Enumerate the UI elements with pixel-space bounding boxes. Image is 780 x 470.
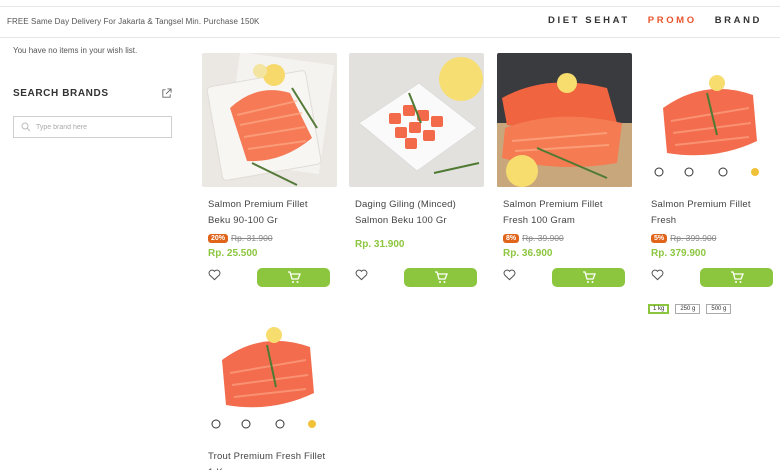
product-price: Rp. 36.900 — [503, 248, 553, 259]
product-card[interactable]: Trout Premium Fresh Fillet 1 Kg — [202, 305, 337, 470]
nav-promo[interactable]: PROMO — [648, 15, 697, 26]
variant-option[interactable]: 500 g — [706, 304, 732, 314]
add-to-cart-button[interactable] — [700, 268, 773, 287]
wishlist-heart-icon[interactable] — [355, 269, 368, 281]
old-price: Rp. 31.900 — [231, 233, 273, 243]
add-to-cart-button[interactable] — [552, 268, 625, 287]
old-price: Rp. 39.900 — [522, 233, 564, 243]
product-image[interactable] — [349, 53, 484, 187]
price-row: 20% Rp. 31.900 — [208, 233, 273, 243]
brand-search-box — [13, 116, 172, 138]
search-brands-title: SEARCH BRANDS — [13, 88, 109, 99]
product-image[interactable] — [645, 53, 780, 187]
search-icon — [21, 122, 31, 132]
price-row: 8% Rp. 39.900 — [503, 233, 564, 243]
wishlist-empty-text: You have no items in your wish list. — [13, 46, 138, 55]
wishlist-heart-icon[interactable] — [503, 269, 516, 281]
product-card[interactable]: Salmon Premium Fillet Fresh 5% Rp. 399.9… — [645, 53, 780, 287]
top-bar: FREE Same Day Delivery For Jakarta & Tan… — [0, 6, 780, 38]
wishlist-heart-icon[interactable] — [208, 269, 221, 281]
main-nav: DIET SEHAT PROMO BRAND — [548, 15, 762, 26]
discount-badge: 20% — [208, 233, 229, 243]
product-name[interactable]: Trout Premium Fresh Fillet 1 Kg — [208, 449, 332, 470]
discount-badge: 5% — [651, 233, 668, 243]
variant-option[interactable]: 250 g — [675, 304, 701, 314]
product-price: Rp. 31.900 — [355, 239, 405, 250]
product-name[interactable]: Salmon Premium Fillet Fresh 100 Gram — [503, 197, 627, 229]
nav-brand[interactable]: BRAND — [715, 15, 762, 26]
product-image[interactable] — [497, 53, 632, 187]
add-to-cart-button[interactable] — [404, 268, 477, 287]
discount-badge: 8% — [503, 233, 520, 243]
cart-icon — [731, 271, 744, 283]
search-brands-panel: SEARCH BRANDS — [13, 88, 173, 138]
product-image[interactable] — [202, 305, 337, 439]
product-card[interactable]: Salmon Premium Fillet Fresh 100 Gram 8% … — [497, 53, 632, 287]
weight-variant-options: 1 kg 250 g 500 g — [648, 304, 732, 314]
wishlist-heart-icon[interactable] — [651, 269, 664, 281]
variant-option[interactable]: 1 kg — [648, 304, 670, 314]
product-price: Rp. 379.900 — [651, 248, 707, 259]
product-image[interactable] — [202, 53, 337, 187]
cart-icon — [435, 271, 448, 283]
old-price: Rp. 399.900 — [670, 233, 717, 243]
product-name[interactable]: Salmon Premium Fillet Fresh — [651, 197, 775, 229]
delivery-promo-text: FREE Same Day Delivery For Jakarta & Tan… — [7, 17, 260, 26]
add-to-cart-button[interactable] — [257, 268, 330, 287]
nav-diet-sehat[interactable]: DIET SEHAT — [548, 15, 630, 26]
external-link-icon[interactable] — [161, 88, 172, 99]
product-card[interactable]: Salmon Premium Fillet Beku 90-100 Gr 20%… — [202, 53, 337, 287]
product-card[interactable]: Daging Giling (Minced) Salmon Beku 100 G… — [349, 53, 484, 287]
product-name[interactable]: Salmon Premium Fillet Beku 90-100 Gr — [208, 197, 332, 229]
cart-icon — [583, 271, 596, 283]
product-price: Rp. 25.500 — [208, 248, 258, 259]
product-name[interactable]: Daging Giling (Minced) Salmon Beku 100 G… — [355, 197, 479, 229]
price-row: 5% Rp. 399.900 — [651, 233, 716, 243]
cart-icon — [288, 271, 301, 283]
brand-search-input[interactable] — [36, 119, 168, 135]
